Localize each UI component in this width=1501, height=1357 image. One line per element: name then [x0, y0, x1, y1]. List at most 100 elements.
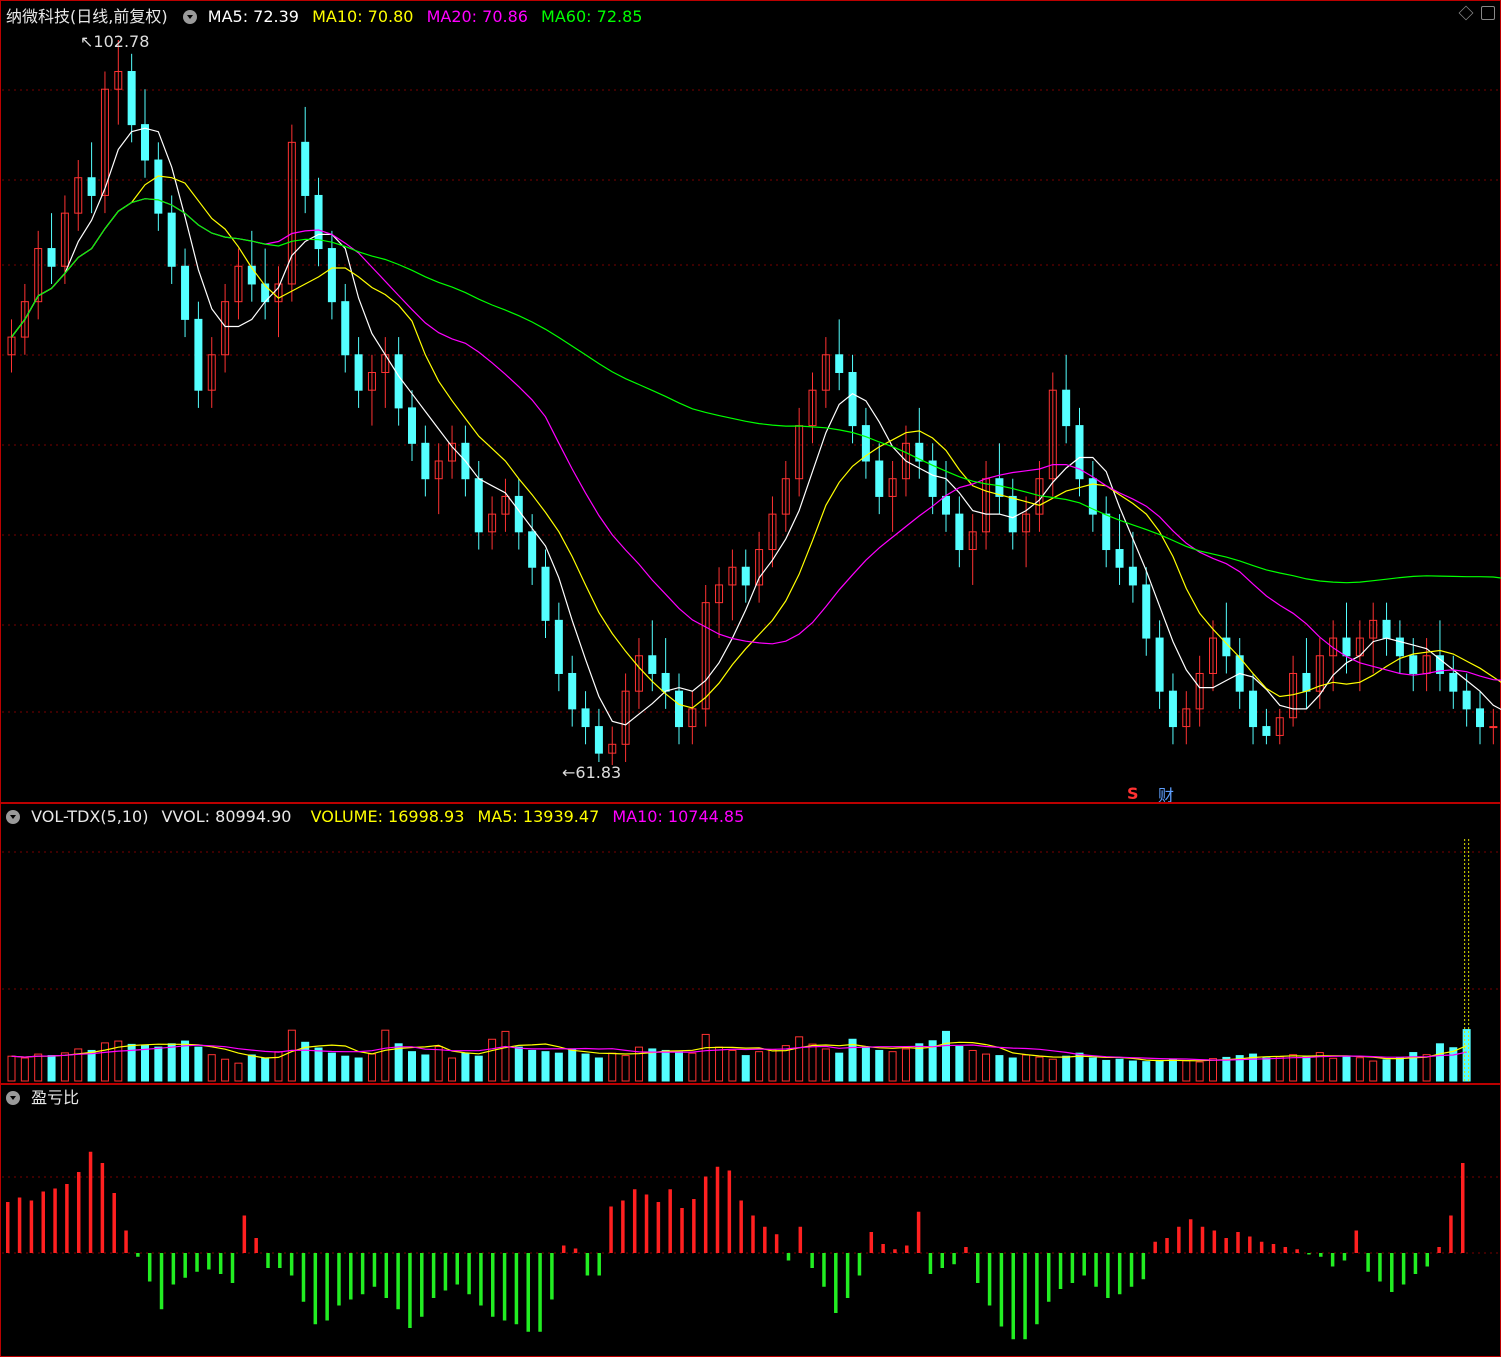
high-arrow-icon: ↖ — [80, 32, 94, 51]
price-chart[interactable] — [0, 0, 1501, 803]
candle-body — [301, 141, 310, 196]
profit-loss-bar — [1212, 1230, 1217, 1253]
volume-bar — [755, 1051, 764, 1082]
candle-body — [194, 318, 203, 391]
candle-body — [541, 566, 550, 621]
candle-body — [594, 726, 603, 754]
profit-loss-bar — [360, 1253, 365, 1295]
volume-bar — [434, 1046, 443, 1082]
profit-loss-bar — [916, 1211, 921, 1253]
profit-loss-bar — [1319, 1253, 1323, 1257]
volume-bar — [1395, 1057, 1404, 1082]
profit-loss-bar — [526, 1253, 530, 1332]
volume-bar — [514, 1046, 523, 1082]
volume-bar — [1195, 1061, 1204, 1082]
volume-bar — [688, 1052, 697, 1082]
volume-bar — [968, 1049, 977, 1082]
profit-loss-bar — [1046, 1253, 1051, 1302]
candle-body — [581, 708, 590, 728]
profit-loss-bar — [455, 1253, 460, 1285]
volume-bar — [1369, 1060, 1378, 1082]
profit-loss-bar — [774, 1234, 779, 1253]
volume-bar — [901, 1048, 910, 1082]
candle-body — [181, 265, 190, 320]
candle-body — [327, 248, 336, 303]
profit-loss-bar — [905, 1245, 909, 1253]
volume-bar — [234, 1062, 243, 1082]
volume-bar — [888, 1051, 897, 1082]
volume-bar — [408, 1051, 416, 1082]
profit-loss-bar — [621, 1200, 625, 1253]
volume-bar — [287, 1029, 296, 1082]
profit-loss-bar — [1390, 1253, 1394, 1292]
profit-loss-bar — [857, 1253, 862, 1276]
profit-loss-bar — [1342, 1253, 1347, 1261]
volume-bar — [461, 1052, 470, 1082]
profit-loss-bar — [538, 1253, 542, 1332]
s-marker[interactable]: S — [1127, 784, 1139, 803]
candle-body — [341, 301, 350, 356]
volume-bar — [768, 1049, 777, 1082]
volume-bar — [7, 1055, 16, 1082]
profit-loss-bar — [751, 1215, 755, 1253]
candle-body — [1115, 549, 1124, 568]
profit-loss-bar — [763, 1226, 767, 1253]
profit-loss-bar — [230, 1253, 235, 1283]
candle-body — [1476, 708, 1484, 728]
volume-bar — [1155, 1059, 1164, 1082]
profit-loss-bar — [632, 1189, 637, 1253]
profit-loss-bar — [1035, 1253, 1039, 1325]
candle-body — [528, 531, 537, 568]
profit-loss-bar — [124, 1230, 128, 1253]
profit-loss-bar — [561, 1245, 566, 1253]
candle-body — [474, 478, 483, 533]
profit-loss-bar — [431, 1253, 436, 1298]
profit-loss-bar — [408, 1253, 412, 1328]
candle-body — [1489, 726, 1498, 729]
profit-loss-bar — [1023, 1253, 1027, 1340]
candle-body — [568, 672, 577, 710]
volume-bar — [808, 1043, 817, 1082]
volume-bar — [181, 1040, 190, 1082]
profit-loss-bar — [183, 1253, 187, 1278]
candle-body — [1342, 637, 1351, 657]
profit-loss-bar — [41, 1191, 45, 1253]
profit-loss-bar — [514, 1253, 519, 1325]
profit-loss-bar — [1330, 1253, 1335, 1267]
profit-loss-bar — [88, 1151, 93, 1253]
volume-bar — [501, 1030, 510, 1082]
candle-body — [835, 354, 844, 373]
profit-loss-bar — [195, 1253, 199, 1272]
profit-loss-bar — [1094, 1253, 1098, 1287]
volume-bar — [1142, 1061, 1151, 1082]
profit-loss-bar — [1141, 1253, 1146, 1280]
volume-bar — [20, 1057, 29, 1082]
volume-bar — [1449, 1047, 1458, 1082]
profit-loss-bar — [893, 1249, 897, 1253]
volume-bar — [167, 1043, 176, 1082]
volume-bar — [875, 1049, 884, 1082]
volume-chart[interactable] — [0, 804, 1501, 1084]
candle-body — [661, 672, 670, 692]
volume-bar — [1262, 1057, 1271, 1082]
candle-body — [1249, 690, 1258, 728]
profit-loss-bar — [976, 1253, 980, 1283]
profit-loss-bar — [53, 1188, 57, 1253]
profit-loss-bar — [1271, 1244, 1276, 1253]
volume-bar — [1355, 1057, 1364, 1082]
candle-body — [955, 513, 964, 551]
profit-loss-bar — [17, 1197, 22, 1253]
profit-loss-bar — [1461, 1163, 1465, 1253]
profit-loss-bar — [845, 1253, 850, 1298]
profit-loss-bar — [1117, 1253, 1122, 1295]
profit-loss-chart[interactable] — [0, 1085, 1501, 1355]
volume-bar — [1062, 1055, 1071, 1082]
volume-bar — [314, 1047, 323, 1082]
volume-bar — [381, 1029, 390, 1082]
candle-body — [1409, 655, 1418, 674]
profit-loss-bar — [6, 1202, 10, 1253]
volume-bar — [528, 1049, 537, 1082]
volume-bar — [835, 1052, 844, 1082]
profit-loss-bar — [1366, 1253, 1370, 1272]
volume-bar — [1168, 1058, 1177, 1082]
